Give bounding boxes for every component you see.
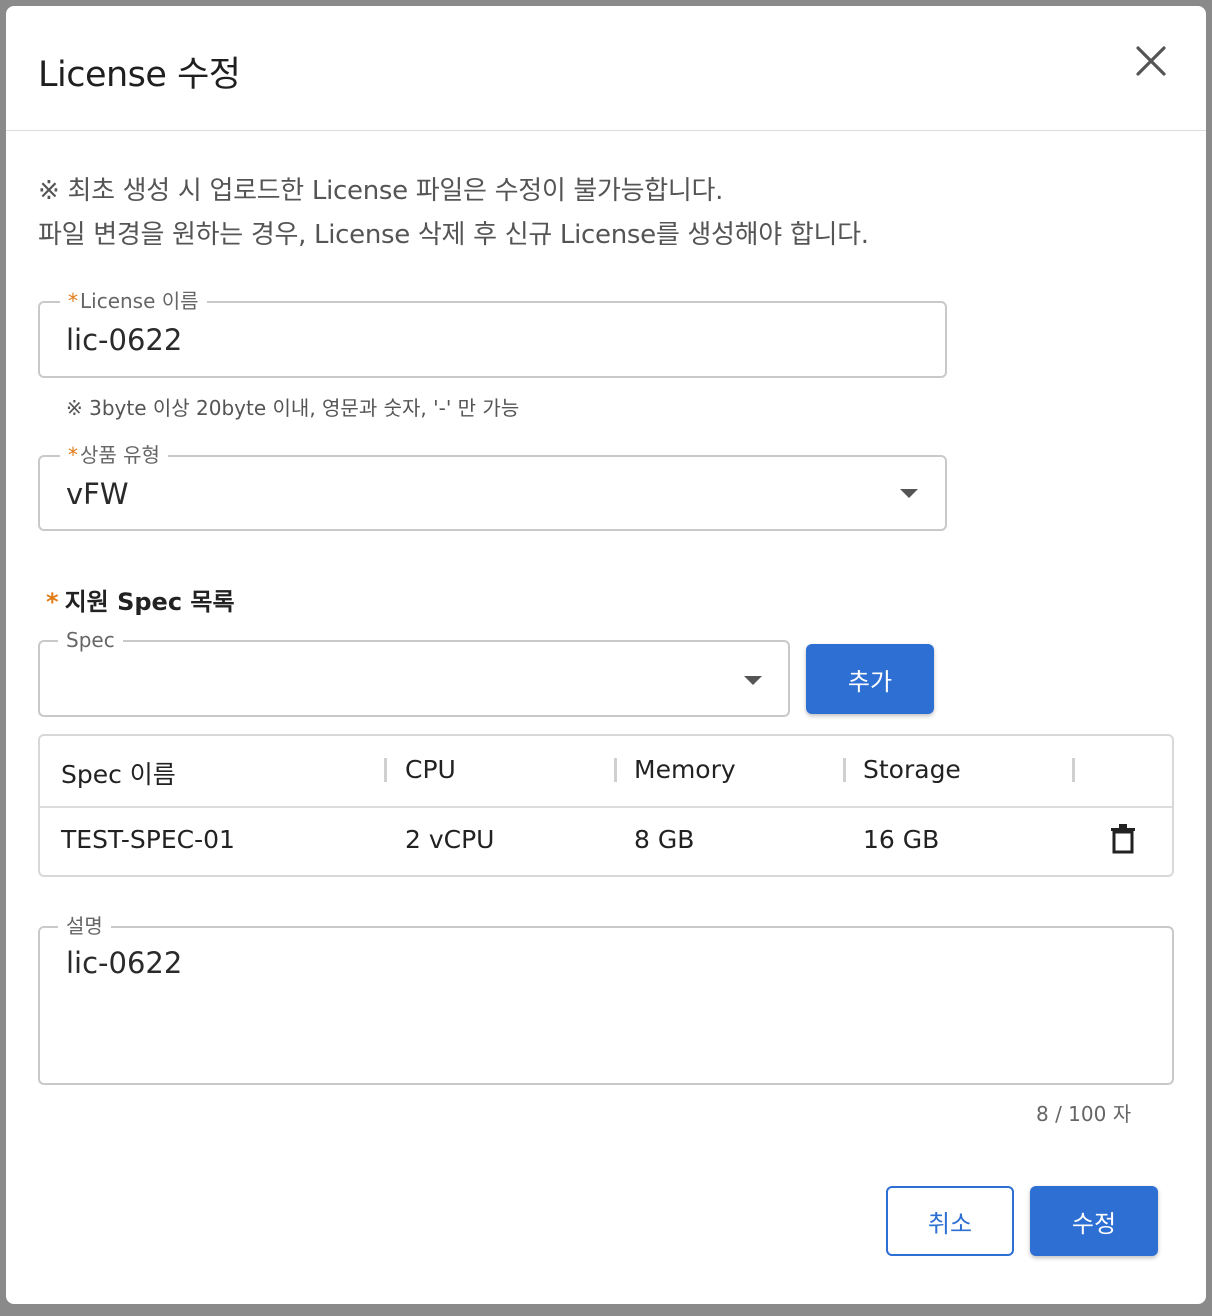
column-divider bbox=[1072, 758, 1075, 782]
cell-cpu: 2 vCPU bbox=[405, 825, 495, 854]
column-header-cpu: CPU bbox=[405, 755, 456, 784]
cell-spec-name: TEST-SPEC-01 bbox=[61, 825, 235, 854]
dialog-title: License 수정 bbox=[38, 55, 241, 95]
product-type-select[interactable]: * 상품 유형 vFW bbox=[38, 441, 947, 531]
notice-line-2: 파일 변경을 원하는 경우, License 삭제 후 신규 License를 … bbox=[38, 220, 869, 250]
dialog-header: License 수정 bbox=[6, 6, 1206, 131]
description-value: lic-0622 bbox=[66, 946, 183, 980]
cell-memory: 8 GB bbox=[634, 825, 695, 854]
required-mark: * bbox=[68, 289, 78, 313]
column-divider bbox=[384, 758, 387, 782]
dropdown-caret-icon bbox=[900, 489, 918, 498]
cancel-button[interactable]: 취소 bbox=[886, 1186, 1014, 1256]
spec-section-title: * 지원 Spec 목록 bbox=[46, 588, 235, 616]
char-counter: 8 / 100 자 bbox=[1036, 1102, 1132, 1126]
license-name-label: * License 이름 bbox=[60, 287, 207, 315]
column-divider bbox=[843, 758, 846, 782]
close-icon[interactable] bbox=[1134, 44, 1168, 78]
add-spec-button[interactable]: 추가 bbox=[806, 644, 934, 714]
trash-icon[interactable] bbox=[1110, 824, 1136, 854]
notice-line-1: ※ 최초 생성 시 업로드한 License 파일은 수정이 불가능합니다. bbox=[38, 176, 724, 206]
license-name-hint: ※ 3byte 이상 20byte 이내, 영문과 숫자, '-' 만 가능 bbox=[66, 396, 520, 420]
cell-storage: 16 GB bbox=[863, 825, 940, 854]
column-divider bbox=[614, 758, 617, 782]
spec-select-label: Spec bbox=[58, 626, 123, 654]
description-textarea[interactable]: 설명 lic-0622 bbox=[38, 912, 1174, 1085]
required-mark: * bbox=[68, 443, 78, 467]
product-type-label: * 상품 유형 bbox=[60, 441, 168, 469]
spec-table: Spec 이름 CPU Memory Storage TEST-SPEC-01 … bbox=[38, 734, 1174, 877]
table-header: Spec 이름 CPU Memory Storage bbox=[40, 736, 1172, 808]
product-type-value: vFW bbox=[66, 477, 129, 511]
column-header-spec-name: Spec 이름 bbox=[61, 760, 176, 789]
dropdown-caret-icon bbox=[744, 676, 762, 685]
description-label: 설명 bbox=[58, 912, 111, 940]
license-name-field[interactable]: * License 이름 lic-0622 bbox=[38, 287, 947, 378]
edit-license-dialog: License 수정 ※ 최초 생성 시 업로드한 License 파일은 수정… bbox=[6, 6, 1206, 1304]
column-header-memory: Memory bbox=[634, 755, 736, 784]
column-header-storage: Storage bbox=[863, 755, 961, 784]
spec-select[interactable]: Spec bbox=[38, 626, 790, 717]
license-name-value: lic-0622 bbox=[66, 323, 183, 357]
submit-button[interactable]: 수정 bbox=[1030, 1186, 1158, 1256]
